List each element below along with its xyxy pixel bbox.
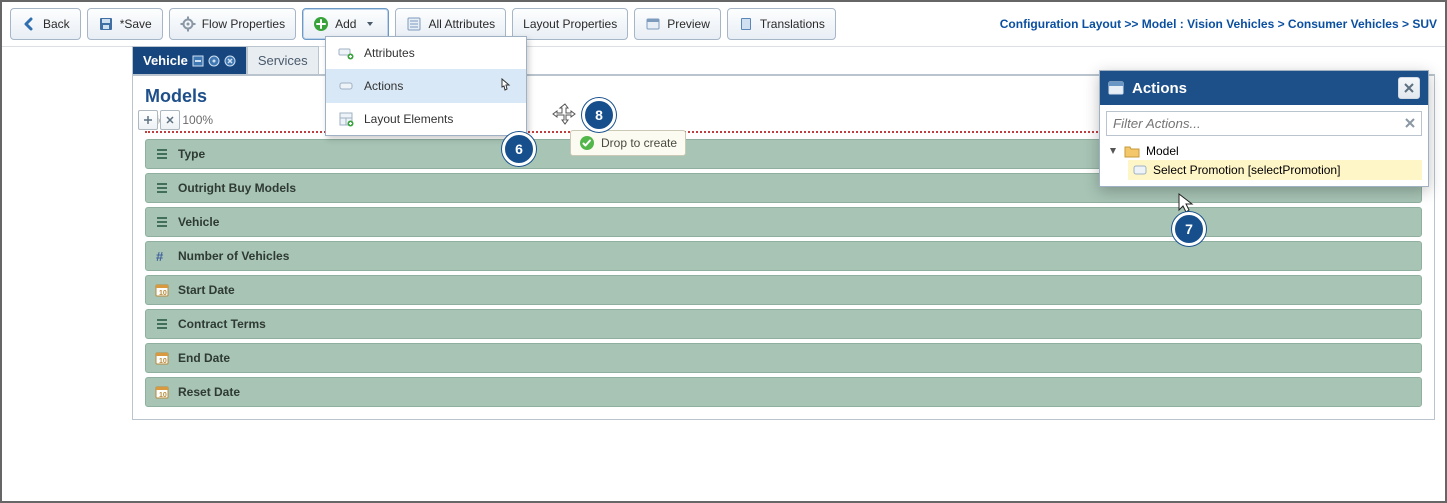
flow-properties-button[interactable]: Flow Properties bbox=[169, 8, 296, 40]
add-menu-layout-elements-label: Layout Elements bbox=[364, 112, 453, 126]
callout-7: 7 bbox=[1172, 212, 1206, 246]
list-icon bbox=[154, 146, 170, 162]
attr-row[interactable]: # Number of Vehicles bbox=[145, 241, 1422, 271]
callout-6: 6 bbox=[502, 132, 536, 166]
clear-filter-button[interactable] bbox=[1401, 114, 1419, 132]
attr-row-label: Start Date bbox=[178, 283, 235, 297]
tab-services-label: Services bbox=[258, 53, 308, 68]
book-icon bbox=[738, 16, 754, 32]
svg-text:10: 10 bbox=[159, 392, 167, 399]
hash-icon: # bbox=[154, 248, 170, 264]
list-icon bbox=[154, 316, 170, 332]
attr-row-label: End Date bbox=[178, 351, 230, 365]
preview-icon bbox=[645, 16, 661, 32]
attr-row-label: Type bbox=[178, 147, 205, 161]
attr-row[interactable]: 10 End Date bbox=[145, 343, 1422, 373]
dialog-close-button[interactable] bbox=[1398, 77, 1420, 99]
svg-text:10: 10 bbox=[159, 358, 167, 365]
layout-properties-label: Layout Properties bbox=[523, 17, 617, 31]
back-label: Back bbox=[43, 17, 70, 31]
tab-services[interactable]: Services bbox=[247, 46, 319, 74]
all-attributes-label: All Attributes bbox=[428, 17, 495, 31]
svg-text:#: # bbox=[156, 249, 164, 263]
attr-row-label: Reset Date bbox=[178, 385, 240, 399]
attr-row-label: Outright Buy Models bbox=[178, 181, 296, 195]
calendar-icon: 10 bbox=[154, 384, 170, 400]
save-disk-icon bbox=[98, 16, 114, 32]
window-icon bbox=[1108, 80, 1124, 96]
collapse-caret-icon[interactable] bbox=[1108, 146, 1118, 156]
tab-collapse-icon[interactable] bbox=[192, 55, 204, 67]
translations-label: Translations bbox=[760, 17, 825, 31]
list-icon bbox=[406, 16, 422, 32]
attr-row-label: Number of Vehicles bbox=[178, 249, 289, 263]
attr-row[interactable]: 10 Start Date bbox=[145, 275, 1422, 305]
move-cursor-icon bbox=[552, 102, 578, 128]
preview-button[interactable]: Preview bbox=[634, 8, 721, 40]
add-menu-attributes-label: Attributes bbox=[364, 46, 415, 60]
preview-label: Preview bbox=[667, 17, 710, 31]
attr-row[interactable]: Contract Terms bbox=[145, 309, 1422, 339]
filter-wrap bbox=[1106, 111, 1422, 136]
check-circle-icon bbox=[579, 135, 595, 151]
tree-action-item[interactable]: Select Promotion [selectPromotion] bbox=[1128, 160, 1422, 180]
pointer-cursor-icon bbox=[496, 77, 514, 95]
tab-settings-icon[interactable] bbox=[208, 55, 220, 67]
folder-icon bbox=[1124, 144, 1140, 158]
add-row-button[interactable] bbox=[138, 110, 158, 130]
save-label: *Save bbox=[120, 17, 152, 31]
calendar-icon: 10 bbox=[154, 350, 170, 366]
drop-tip-label: Drop to create bbox=[601, 136, 677, 150]
action-icon bbox=[338, 78, 354, 94]
attribute-icon bbox=[338, 45, 354, 61]
list-icon bbox=[154, 180, 170, 196]
app-frame: Back *Save Flow Properties Add bbox=[0, 0, 1447, 503]
attr-row[interactable]: 10 Reset Date bbox=[145, 377, 1422, 407]
layout-properties-button[interactable]: Layout Properties bbox=[512, 8, 628, 40]
filter-actions-input[interactable] bbox=[1106, 111, 1422, 136]
dialog-body: Model Select Promotion [selectPromotion] bbox=[1100, 105, 1428, 186]
dropdown-caret-icon bbox=[362, 16, 378, 32]
breadcrumb: Configuration Layout >> Model : Vision V… bbox=[1000, 17, 1437, 31]
tree-action-label: Select Promotion [selectPromotion] bbox=[1153, 163, 1340, 177]
row-tools bbox=[138, 110, 180, 130]
tab-close-icon[interactable] bbox=[224, 55, 236, 67]
attr-row[interactable]: Vehicle bbox=[145, 207, 1422, 237]
layout-element-icon bbox=[338, 111, 354, 127]
save-button[interactable]: *Save bbox=[87, 8, 163, 40]
cursor-arrow-icon bbox=[1177, 192, 1195, 214]
svg-text:10: 10 bbox=[159, 290, 167, 297]
attr-row-label: Vehicle bbox=[178, 215, 219, 229]
back-arrow-icon bbox=[21, 16, 37, 32]
translations-button[interactable]: Translations bbox=[727, 8, 836, 40]
tree-root-label: Model bbox=[1146, 144, 1179, 158]
add-menu-attributes[interactable]: Attributes bbox=[326, 37, 526, 69]
calendar-icon: 10 bbox=[154, 282, 170, 298]
tab-vehicle-label: Vehicle bbox=[143, 53, 188, 68]
add-menu-actions-label: Actions bbox=[364, 79, 403, 93]
dialog-header[interactable]: Actions bbox=[1100, 71, 1428, 105]
add-menu-layout-elements[interactable]: Layout Elements bbox=[326, 103, 526, 135]
add-menu-actions[interactable]: Actions bbox=[326, 69, 526, 103]
actions-dialog: Actions Model Select Promotion [selectPr… bbox=[1099, 70, 1429, 187]
tree-root-node[interactable]: Model bbox=[1106, 142, 1422, 160]
add-label: Add bbox=[335, 17, 356, 31]
toolbar: Back *Save Flow Properties Add bbox=[2, 2, 1445, 47]
list-icon bbox=[154, 214, 170, 230]
attr-row-label: Contract Terms bbox=[178, 317, 266, 331]
add-plus-icon bbox=[313, 16, 329, 32]
tab-vehicle[interactable]: Vehicle bbox=[132, 46, 247, 74]
remove-row-button[interactable] bbox=[160, 110, 180, 130]
actions-tree: Model Select Promotion [selectPromotion] bbox=[1106, 142, 1422, 180]
add-dropdown-menu: Attributes Actions Layout Elements bbox=[325, 36, 527, 136]
flow-properties-label: Flow Properties bbox=[202, 17, 285, 31]
gear-icon bbox=[180, 16, 196, 32]
back-button[interactable]: Back bbox=[10, 8, 81, 40]
action-item-icon bbox=[1133, 165, 1147, 175]
drop-to-create-tooltip: Drop to create bbox=[570, 130, 686, 156]
callout-8: 8 bbox=[582, 98, 616, 132]
dialog-title: Actions bbox=[1132, 80, 1187, 97]
